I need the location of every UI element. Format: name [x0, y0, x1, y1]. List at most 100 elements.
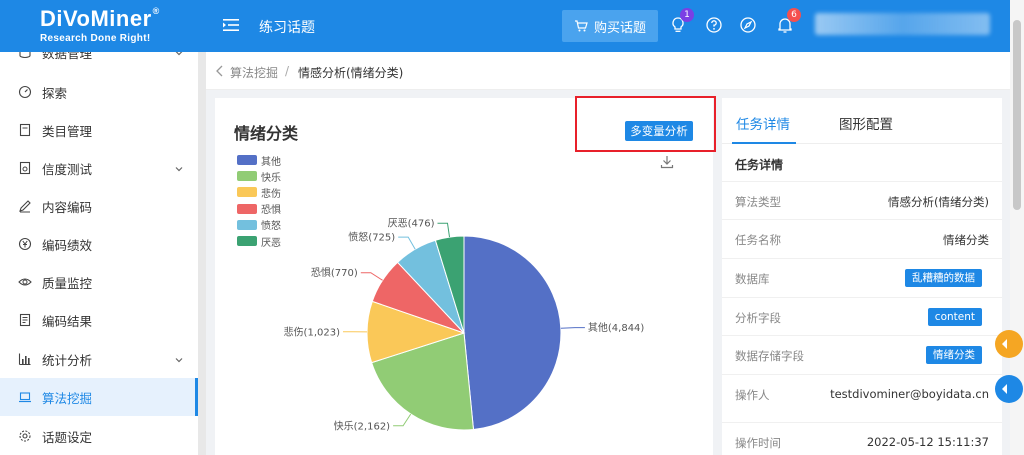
caret-left-icon — [1002, 339, 1007, 349]
pie-slice-label: 快乐(2,162) — [334, 420, 391, 432]
sidebar-item-10[interactable]: 算法挖掘 — [0, 378, 198, 416]
page-title: 练习话题 — [259, 20, 315, 36]
sidebar-item-4[interactable]: 信度测试 — [0, 149, 198, 187]
pie-leader-line — [437, 222, 450, 238]
detail-key: 分析字段 — [735, 311, 781, 325]
pen-icon — [18, 199, 32, 213]
bulb-badge: 1 — [680, 8, 694, 22]
caret-left-icon — [1002, 384, 1007, 394]
detail-row: 任务名称 情绪分类 — [722, 219, 1002, 257]
bell-badge: 6 — [787, 8, 801, 22]
pie-leader-line — [393, 413, 412, 427]
bar-chart-icon — [18, 352, 32, 366]
logo-tagline: Research Done Right! — [40, 33, 151, 44]
sidebar-item-label: 内容编码 — [42, 199, 93, 215]
sidebar-item-label: 话题设定 — [42, 429, 93, 445]
pie-slice[interactable] — [463, 235, 562, 431]
sidebar-item-label: 算法挖掘 — [42, 390, 93, 406]
detail-value: 2022-05-12 15:11:37 — [866, 435, 989, 449]
detail-key: 操作时间 — [735, 436, 781, 450]
panel-tabs: 任务详情 图形配置 — [722, 98, 1002, 144]
task-details-panel: 任务详情 图形配置 任务详情 算法类型 情感分析(情绪分类) 任务名称 情绪分类 数据库… — [722, 98, 1002, 455]
test-icon — [18, 161, 32, 175]
chevron-left-icon[interactable] — [215, 65, 225, 77]
sidebar-item-label: 数据管理 — [42, 52, 93, 61]
detail-key: 操作人 — [735, 388, 770, 402]
logo[interactable]: DiVoMiner® Research Done Right! — [0, 0, 205, 52]
help-icon[interactable] — [705, 16, 723, 34]
buy-topic-button[interactable]: 购买话题 — [562, 10, 658, 42]
sidebar-item-label: 质量监控 — [42, 275, 93, 291]
sidebar: 数据管理探索类目管理信度测试内容编码编码绩效质量监控编码结果统计分析算法挖掘话题… — [0, 52, 198, 455]
detail-value-tag[interactable]: 乱糟糟的数据 — [905, 269, 982, 287]
detail-row: 数据库 乱糟糟的数据 — [722, 258, 1002, 296]
side-handle-blue[interactable] — [995, 375, 1023, 403]
pie-slice-label: 悲伤(1,023) — [284, 325, 341, 338]
details-heading: 任务详情 — [735, 158, 784, 172]
breadcrumb: 算法挖掘 / 情感分析(情绪分类) — [206, 52, 1010, 90]
breadcrumb-parent[interactable]: 算法挖掘 — [230, 64, 278, 81]
sidebar-item-3[interactable]: 类目管理 — [0, 111, 198, 149]
pie-leader-line — [560, 327, 585, 329]
chevron-down-icon — [174, 353, 184, 363]
laptop-icon — [18, 390, 32, 404]
detail-row: 分析字段 content — [722, 297, 1002, 335]
cart-icon — [574, 20, 588, 32]
detail-key: 任务名称 — [735, 233, 781, 247]
menu-icon[interactable] — [222, 16, 240, 34]
pie-leader-line — [360, 272, 383, 281]
chevron-down-icon — [174, 52, 184, 56]
pie-leader-line — [398, 236, 416, 250]
sidebar-item-label: 类目管理 — [42, 123, 93, 139]
sidebar-item-label: 信度测试 — [42, 161, 93, 177]
detail-key: 数据库 — [735, 272, 770, 286]
page-scrollbar-thumb[interactable] — [1013, 20, 1021, 210]
pie-chart: 其他(4,844) 快乐(2,162) 悲伤(1,023) 恐惧(770) 愤怒(725… — [284, 218, 645, 433]
detail-value: 情感分析(情绪分类) — [888, 195, 989, 209]
dashboard-icon — [18, 85, 32, 99]
active-tab-indicator — [732, 142, 796, 144]
sidebar-item-8[interactable]: 编码结果 — [0, 301, 198, 339]
yen-icon — [18, 237, 32, 251]
detail-value: 情绪分类 — [943, 233, 989, 247]
sidebar-item-1[interactable]: 数据管理 — [0, 52, 198, 71]
side-handle-orange[interactable] — [995, 330, 1023, 358]
sidebar-item-7[interactable]: 质量监控 — [0, 263, 198, 301]
pie-slice-label: 其他(4,844) — [588, 321, 645, 334]
detail-key: 数据存储字段 — [735, 349, 804, 363]
detail-row: 数据存储字段 情绪分类 — [722, 335, 1002, 373]
sidebar-item-label: 统计分析 — [42, 352, 93, 368]
sidebar-item-11[interactable]: 话题设定 — [0, 417, 198, 455]
compass-icon[interactable] — [739, 16, 757, 34]
database-icon — [18, 52, 32, 59]
detail-row: 操作时间 2022-05-12 15:11:37 — [722, 422, 1002, 455]
detail-value-tag[interactable]: content — [927, 308, 982, 326]
logo-wordmark: DiVoMiner® — [40, 6, 160, 31]
breadcrumb-separator: / — [285, 64, 290, 78]
sidebar-item-2[interactable]: 探索 — [0, 73, 198, 111]
gear-icon — [18, 429, 32, 443]
pie-slice-label: 厌恶(476) — [388, 218, 435, 230]
sidebar-item-6[interactable]: 编码绩效 — [0, 225, 198, 263]
detail-value-tag[interactable]: 情绪分类 — [926, 346, 982, 364]
sidebar-item-label: 编码绩效 — [42, 237, 93, 253]
user-account[interactable] — [815, 13, 990, 35]
document-icon — [18, 123, 32, 137]
sidebar-item-label: 探索 — [42, 85, 68, 101]
eye-icon — [18, 275, 32, 289]
detail-value: testdivominer@boyidata.cn — [830, 387, 989, 401]
detail-row: 操作人 testdivominer@boyidata.cn — [722, 374, 1002, 412]
detail-key: 算法类型 — [735, 195, 781, 209]
tab-task-details[interactable]: 任务详情 — [736, 113, 790, 133]
sidebar-item-label: 编码结果 — [42, 313, 93, 329]
pie-slice-label: 愤怒(725) — [348, 231, 395, 244]
sidebar-item-5[interactable]: 内容编码 — [0, 187, 198, 225]
chart-card: 情绪分类 多变量分析 其他 快乐 悲伤 恐惧 愤怒 厌恶 其他(4,844) 快乐(2,16… — [215, 98, 713, 455]
report-icon — [18, 313, 32, 327]
pie-slice-label: 恐惧(770) — [311, 267, 358, 279]
sidebar-item-9[interactable]: 统计分析 — [0, 340, 198, 378]
chevron-down-icon — [174, 162, 184, 172]
detail-row: 算法类型 情感分析(情绪分类) — [722, 181, 1002, 219]
tab-chart-config[interactable]: 图形配置 — [839, 113, 893, 133]
sidebar-scrollbar[interactable] — [198, 52, 206, 455]
